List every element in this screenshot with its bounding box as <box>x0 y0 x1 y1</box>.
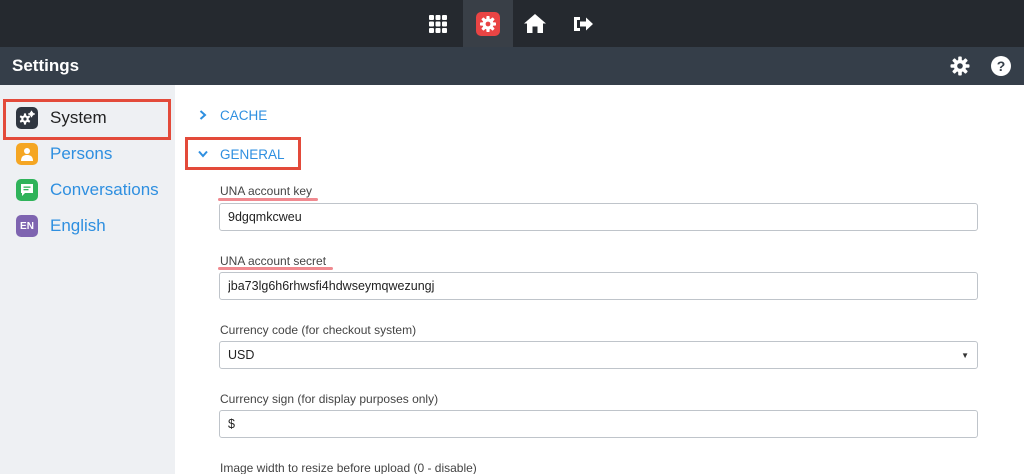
svg-text:?: ? <box>997 58 1006 74</box>
account-key-label: UNA account key <box>220 184 313 198</box>
section-general-toggle[interactable]: GENERAL <box>198 144 285 164</box>
help-button[interactable]: ? <box>990 55 1012 77</box>
logout-icon <box>574 16 593 31</box>
currency-code-select[interactable]: USD ▼ <box>219 341 978 369</box>
account-secret-underline <box>218 267 333 270</box>
currency-sign-input[interactable] <box>219 410 978 438</box>
language-en-icon: EN <box>16 215 38 237</box>
page-header: Settings ? <box>0 47 1024 85</box>
image-width-label: Image width to resize before upload (0 -… <box>220 461 477 474</box>
currency-sign-label: Currency sign (for display purposes only… <box>220 392 439 406</box>
gear-icon <box>950 56 970 76</box>
chevron-right-icon <box>198 110 208 120</box>
currency-code-value: USD <box>228 348 255 362</box>
sidebar-item-label: Conversations <box>50 180 159 199</box>
chat-icon <box>16 179 38 201</box>
account-secret-label: UNA account secret <box>220 254 327 268</box>
section-general-label: GENERAL <box>220 146 285 162</box>
apps-grid-button[interactable] <box>413 0 463 47</box>
sidebar-item-label: English <box>50 216 106 235</box>
apps-grid-icon <box>429 14 447 33</box>
settings-gear-icon <box>476 11 500 36</box>
sidebar-item-conversations[interactable]: Conversations <box>16 177 159 203</box>
home-button[interactable] <box>510 0 560 47</box>
page-title: Settings <box>12 56 80 75</box>
section-cache-toggle[interactable]: CACHE <box>198 105 267 125</box>
caret-down-icon: ▼ <box>961 350 969 360</box>
home-icon <box>524 14 546 33</box>
person-icon <box>16 143 38 165</box>
selection-highlight-box <box>3 99 171 140</box>
currency-code-label: Currency code (for checkout system) <box>220 323 417 337</box>
sidebar-item-label: Persons <box>50 144 113 163</box>
logout-button[interactable] <box>559 0 609 47</box>
sidebar-item-english[interactable]: EN English <box>16 213 106 239</box>
settings-nav-button[interactable] <box>463 0 513 47</box>
account-secret-input[interactable] <box>219 272 978 300</box>
account-key-input[interactable] <box>219 203 978 231</box>
settings-button[interactable] <box>949 55 971 77</box>
sidebar-item-persons[interactable]: Persons <box>16 141 112 167</box>
help-icon: ? <box>991 56 1011 76</box>
top-navigation-bar <box>0 0 1024 47</box>
chevron-down-icon <box>198 149 208 159</box>
account-key-underline <box>218 198 318 201</box>
section-cache-label: CACHE <box>220 107 268 123</box>
